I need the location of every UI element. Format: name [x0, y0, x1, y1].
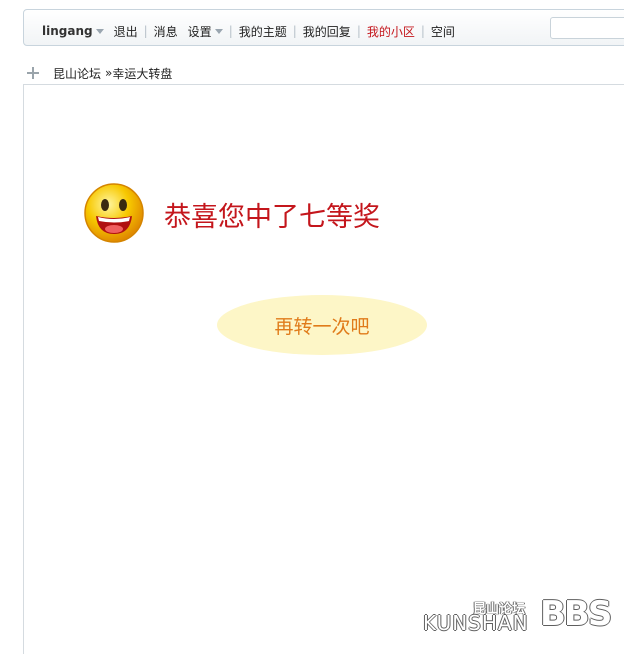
settings-menu[interactable]: 设置 [188, 23, 212, 40]
logo-bbs-text: BBS [540, 594, 612, 634]
breadcrumb: 昆山论坛 » 幸运大转盘 [27, 65, 172, 81]
my-threads-link[interactable]: 我的主题 [239, 23, 287, 40]
search-input[interactable] [550, 17, 624, 39]
plus-icon[interactable] [27, 67, 39, 79]
breadcrumb-separator: » [105, 66, 113, 80]
chevron-down-icon[interactable] [214, 28, 223, 34]
divider: | [292, 24, 297, 38]
breadcrumb-forum-link[interactable]: 昆山论坛 [53, 65, 101, 82]
user-nav: lingang 退出 | 消息 设置 | 我的主题 | 我的回复 | 我的小区 … [42, 23, 455, 39]
divider: | [356, 24, 361, 38]
prize-result-message: 恭喜您中了七等奖 [164, 202, 380, 233]
smiley-face-icon [84, 183, 144, 243]
logout-link[interactable]: 退出 [114, 23, 138, 40]
logo-english-text: KUNSHAN [423, 611, 529, 635]
space-link[interactable]: 空间 [431, 23, 455, 40]
top-toolbar: lingang 退出 | 消息 设置 | 我的主题 | 我的回复 | 我的小区 … [23, 9, 624, 46]
divider: | [420, 24, 425, 38]
main-content: 恭喜您中了七等奖 再转一次吧 [23, 84, 624, 654]
spin-again-button[interactable]: 再转一次吧 [217, 295, 427, 355]
messages-link[interactable]: 消息 [154, 23, 178, 40]
username-menu[interactable]: lingang [42, 24, 93, 38]
my-community-link[interactable]: 我的小区 [367, 23, 415, 40]
kunshan-bbs-logo: 昆山论坛 KUNSHAN BBS [423, 594, 619, 636]
divider: | [143, 24, 148, 38]
my-replies-link[interactable]: 我的回复 [303, 23, 351, 40]
chevron-down-icon[interactable] [95, 28, 104, 34]
breadcrumb-current-page: 幸运大转盘 [112, 66, 173, 81]
divider: | [228, 24, 233, 38]
